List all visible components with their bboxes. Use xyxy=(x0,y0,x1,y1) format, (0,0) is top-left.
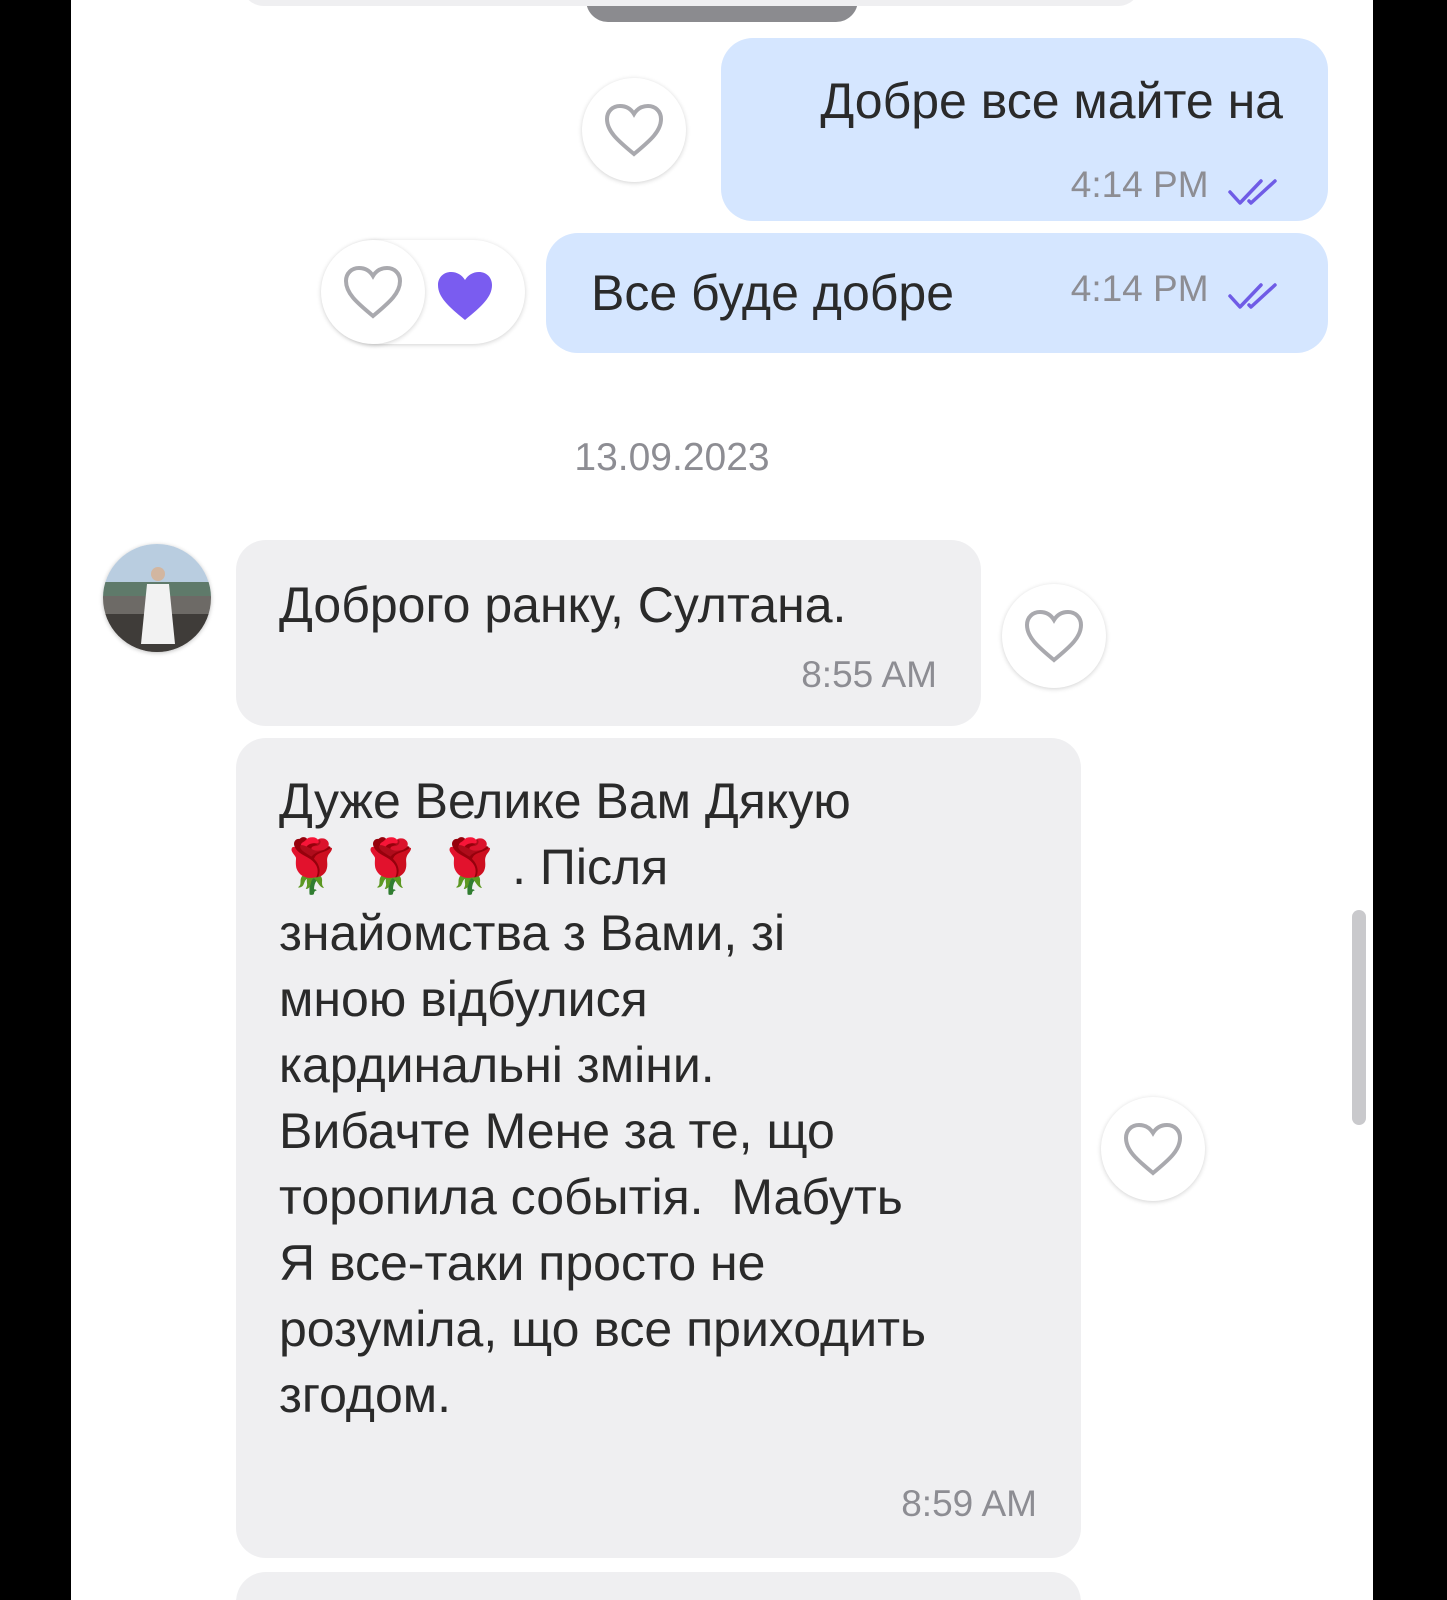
scrollbar-thumb[interactable] xyxy=(1352,910,1366,1125)
message-text: Добре все майте на xyxy=(820,73,1283,129)
message-line: Я все-таки просто не xyxy=(279,1235,766,1291)
message-line: згодом. xyxy=(279,1367,452,1423)
message-line: розуміла, що все приходить xyxy=(279,1301,927,1357)
heart-outline-icon xyxy=(1024,609,1084,663)
react-button[interactable] xyxy=(1101,1097,1205,1201)
message-line: Дуже Велике Вам Дякую xyxy=(279,773,851,829)
message-time: 8:59 AM xyxy=(901,1483,1037,1524)
react-button[interactable] xyxy=(582,78,686,182)
date-separator: 13.09.2023 xyxy=(574,436,770,479)
heart-filled-icon[interactable] xyxy=(434,268,496,324)
incoming-message-partial[interactable] xyxy=(236,1572,1081,1600)
message-meta: 4:14 PM xyxy=(1071,268,1283,313)
rose-emoji: 🌹 🌹 🌹 xyxy=(279,838,503,896)
read-ticks-icon xyxy=(1228,179,1277,205)
message-time: 4:14 PM xyxy=(1070,268,1209,309)
heart-outline-icon xyxy=(343,265,403,319)
previous-message-bubble xyxy=(241,0,1141,6)
message-line: кардинальні зміни. xyxy=(279,1037,715,1093)
incoming-message[interactable]: Доброго ранку, Султана. 8:55 AM xyxy=(236,540,981,726)
read-ticks-icon xyxy=(1228,283,1277,309)
message-meta: 4:14 PM xyxy=(1071,164,1283,209)
message-text: Доброго ранку, Султана. xyxy=(279,577,847,633)
contact-avatar[interactable] xyxy=(103,544,211,652)
react-button[interactable] xyxy=(321,240,425,344)
heart-outline-icon xyxy=(1123,1122,1183,1176)
react-button[interactable] xyxy=(1002,584,1106,688)
heart-outline-icon xyxy=(604,103,664,157)
message-line: 🌹 🌹 🌹. Після xyxy=(279,838,669,896)
chat-screen: Добре все майте на 4:14 PM Все буде добр… xyxy=(71,0,1373,1600)
message-line: торопила событія. Мабуть xyxy=(279,1169,903,1225)
message-line: Вибачте Мене за те, що xyxy=(279,1103,835,1159)
message-time: 8:55 AM xyxy=(801,654,937,695)
avatar-photo xyxy=(103,544,211,652)
message-line: мною відбулися xyxy=(279,971,648,1027)
message-time: 4:14 PM xyxy=(1070,164,1209,205)
outgoing-message[interactable]: Добре все майте на 4:14 PM xyxy=(721,38,1328,221)
message-text: Все буде добре xyxy=(591,265,955,321)
outgoing-message[interactable]: Все буде добре 4:14 PM xyxy=(546,233,1328,353)
message-text-block: Дуже Велике Вам Дякую 🌹 🌹 🌹. Після знайо… xyxy=(279,768,926,1428)
incoming-message[interactable]: Дуже Велике Вам Дякую 🌹 🌹 🌹. Після знайо… xyxy=(236,738,1081,1558)
message-line: знайомства з Вами, зі xyxy=(279,905,786,961)
